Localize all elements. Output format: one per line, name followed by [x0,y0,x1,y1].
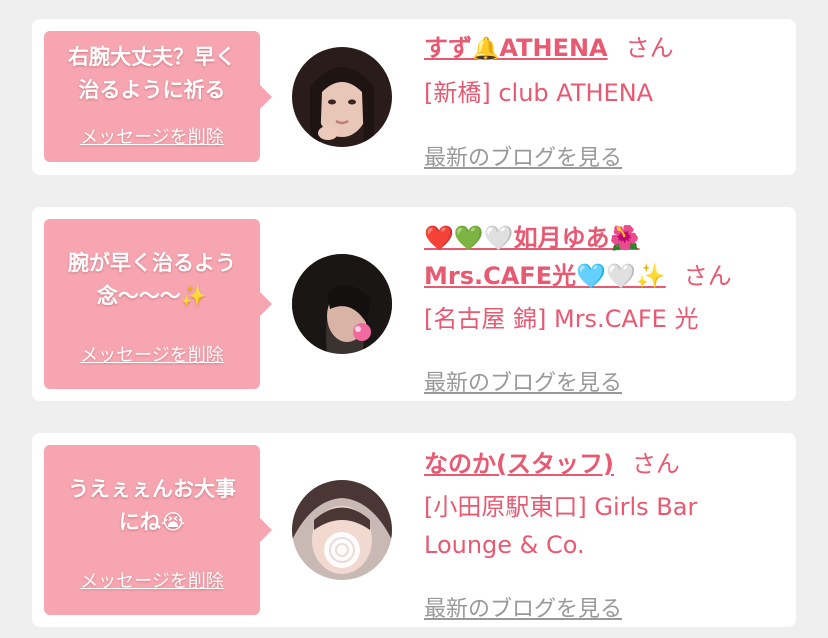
profile-name-link[interactable]: Mrs.CAFE光🩵🤍✨ [424,262,666,290]
name-text: すず [424,34,472,62]
message-bubble: 腕が早く治るよう 念〜〜〜✨ メッセージを削除 [44,219,272,389]
blog-link[interactable]: 最新のブログを見る [424,591,622,623]
avatar-photo [292,254,392,354]
avatar[interactable] [292,254,392,354]
honorific: さん [625,34,674,62]
name-line: なのか(スタッフ) さん [424,445,780,483]
message-card: 右腕大丈夫？早く 治るように祈る メッセージを削除 すず🔔ATHENA さん [新… [32,19,796,175]
honorific: さん [683,262,732,290]
message-line: にね😭 [118,510,186,534]
delete-message-link[interactable]: メッセージを削除 [44,341,260,367]
shop-text: [小田原駅東口] Girls Bar [424,493,698,521]
shop-text: [新橋] club ATHENA [424,79,654,107]
profile-info: ❤️💚🤍如月ゆあ🌺 Mrs.CAFE光🩵🤍✨ さん [名古屋 錦] Mrs.CAF… [424,219,780,396]
message-text: 右腕大丈夫？早く 治るように祈る [62,41,242,107]
avatar-photo [292,47,392,147]
message-card: うえぇぇんお大事 にね😭 メッセージを削除 なのか(スタッフ) さん [小田原駅東… [32,433,796,627]
delete-message-link[interactable]: メッセージを削除 [44,567,260,593]
name-text: ATHENA [499,34,608,62]
avatar[interactable] [292,47,392,147]
profile-info: なのか(スタッフ) さん [小田原駅東口] Girls Bar Lounge & … [424,445,780,622]
delete-message-link[interactable]: メッセージを削除 [44,123,260,149]
honorific: さん [631,450,680,478]
profile-name-link[interactable]: すず🔔ATHENA [424,34,608,62]
shop-text: [名古屋 錦] Mrs.CAFE 光 [424,305,699,333]
message-line: 治るように祈る [78,78,226,102]
message-bubble: 右腕大丈夫？早く 治るように祈る メッセージを削除 [44,31,272,162]
message-line: 念〜〜〜✨ [96,284,208,308]
message-bubble: うえぇぇんお大事 にね😭 メッセージを削除 [44,445,272,615]
shop-text: Lounge & Co. [424,531,585,559]
blog-link[interactable]: 最新のブログを見る [424,140,622,172]
message-card: 腕が早く治るよう 念〜〜〜✨ メッセージを削除 ❤️💚🤍如月ゆあ🌺 Mrs.CA… [32,207,796,401]
name-line: Mrs.CAFE光🩵🤍✨ さん [424,257,780,295]
name-line: すず🔔ATHENA さん [424,29,780,69]
avatar[interactable] [292,480,392,580]
bell-icon: 🔔 [472,37,500,62]
message-line: 腕が早く治るよう [68,251,236,275]
name-line: ❤️💚🤍如月ゆあ🌺 [424,219,780,257]
profile-name-link[interactable]: なのか(スタッフ) [424,450,614,478]
avatar-photo [292,480,392,580]
message-line: うえぇぇんお大事 [68,477,236,501]
profile-name-link[interactable]: ❤️💚🤍如月ゆあ🌺 [424,224,640,252]
message-line: 右腕大丈夫？早く [68,45,236,69]
message-text: 腕が早く治るよう 念〜〜〜✨ [62,247,242,313]
profile-info: すず🔔ATHENA さん [新橋] club ATHENA 最新のブログを見る [424,29,780,171]
blog-link[interactable]: 最新のブログを見る [424,365,622,397]
message-text: うえぇぇんお大事 にね😭 [62,473,242,539]
